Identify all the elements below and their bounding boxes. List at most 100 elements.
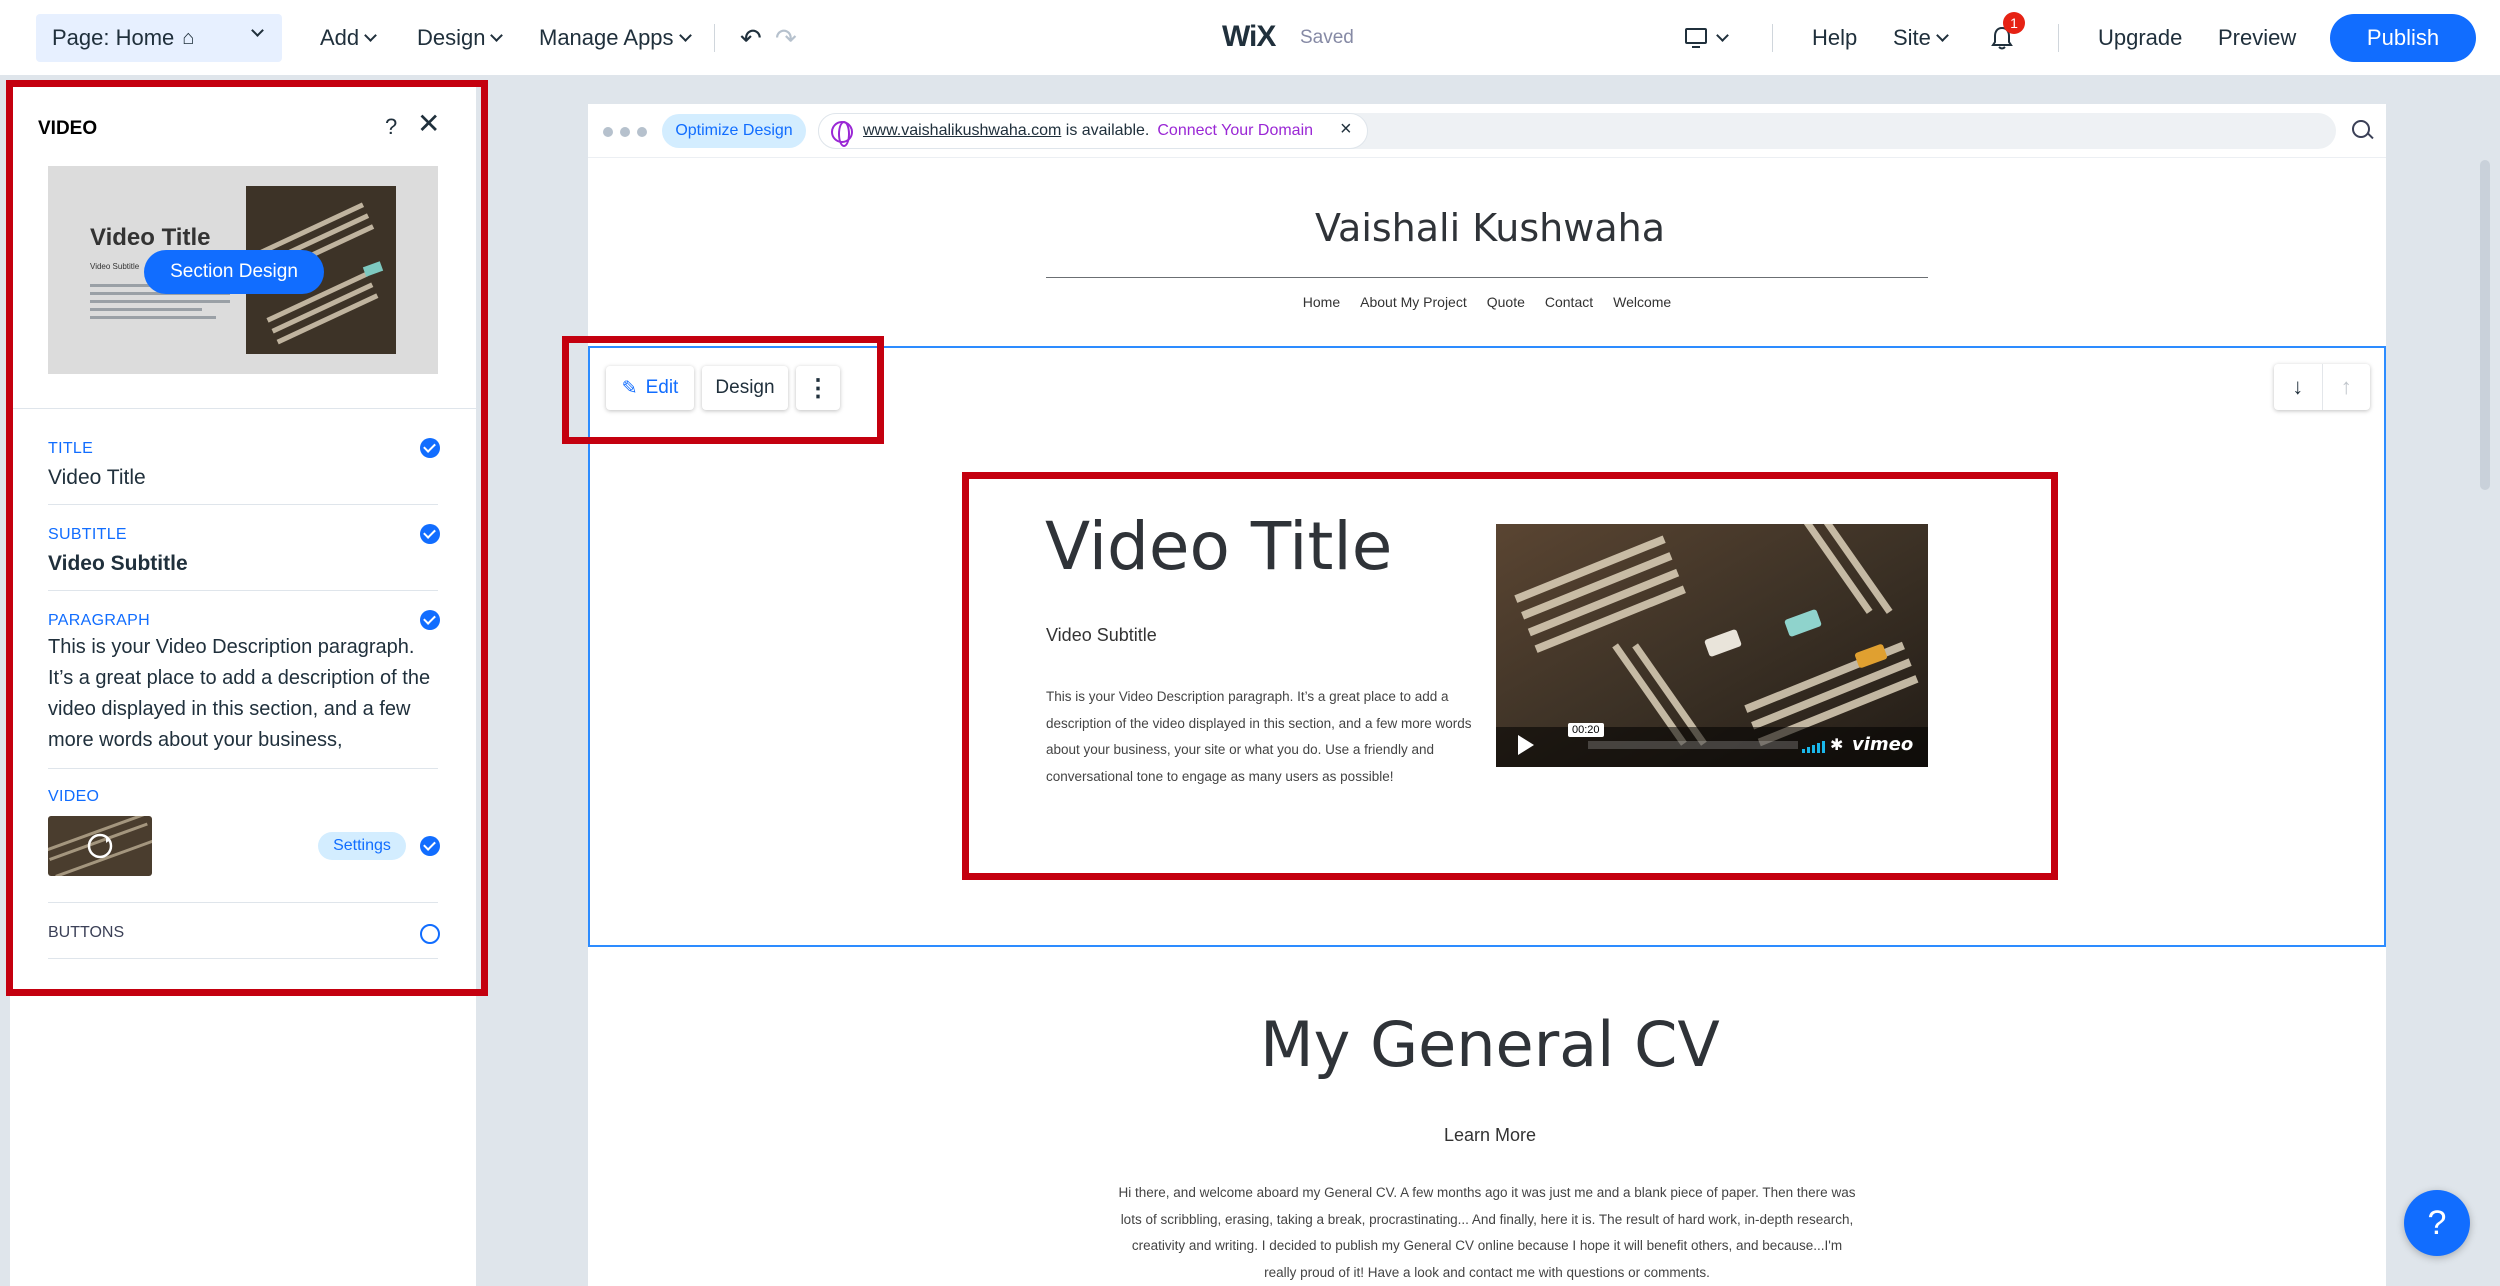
globe-icon (831, 121, 853, 147)
optimize-design-button[interactable]: Optimize Design (662, 114, 806, 148)
nav-item-about[interactable]: About My Project (1360, 294, 1467, 310)
chevron-down-icon (1716, 28, 1729, 42)
top-bar: Page: Home ⌂ Add Design Manage Apps ↶ ↷ … (0, 0, 2500, 76)
edit-button[interactable]: ✎ Edit (606, 366, 694, 410)
divider (2058, 24, 2059, 52)
title-field-value[interactable]: Video Title (48, 466, 146, 490)
panel-title: VIDEO (38, 118, 98, 139)
chevron-down-icon (678, 28, 692, 42)
video-description[interactable]: This is your Video Description paragraph… (1046, 684, 1474, 790)
add-menu-label: Add (320, 25, 360, 50)
save-status: Saved (1300, 27, 1354, 48)
move-down-icon[interactable]: ↓ (2274, 364, 2323, 410)
header-divider (1046, 277, 1928, 278)
buttons-visible-checkbox[interactable] (420, 924, 440, 944)
divider (714, 24, 715, 52)
cv-title[interactable]: My General CV (1190, 1008, 1790, 1081)
upgrade-button[interactable]: Upgrade (2098, 0, 2182, 76)
undo-icon[interactable]: ↶ (740, 0, 762, 76)
canvas-scrollbar[interactable] (2480, 160, 2490, 490)
nav-item-quote[interactable]: Quote (1487, 294, 1525, 310)
section-move-controls: ↓ ↑ (2274, 364, 2370, 410)
buttons-field-label: BUTTONS (48, 924, 125, 941)
preview-button[interactable]: Preview (2218, 0, 2296, 76)
domain-available-text: is available. (1061, 122, 1150, 139)
gear-icon[interactable]: ✱ (1830, 735, 1843, 755)
zoom-out-icon[interactable] (2352, 120, 2370, 138)
play-icon[interactable] (1518, 735, 1534, 755)
panel-divider (10, 408, 476, 409)
edit-button-label: Edit (645, 377, 679, 398)
add-menu[interactable]: Add (320, 0, 378, 76)
window-dot (637, 127, 647, 137)
help-icon[interactable]: ? (385, 114, 397, 140)
section-thumbnail[interactable]: Video Title Video Subtitle Section Desig… (48, 166, 438, 374)
close-icon[interactable]: ✕ (417, 110, 440, 138)
progress-bar[interactable] (1588, 741, 1798, 749)
subtitle-visible-checkbox[interactable] (420, 524, 440, 544)
home-icon: ⌂ (182, 26, 195, 49)
pencil-icon: ✎ (621, 377, 638, 399)
publish-button[interactable]: Publish (2330, 14, 2476, 62)
vimeo-logo[interactable]: vimeo (1852, 734, 1913, 755)
domain-banner: www.vaishalikushwaha.com is available. C… (818, 113, 1368, 149)
volume-icon[interactable] (1802, 741, 1825, 753)
subtitle-field-value[interactable]: Video Subtitle (48, 552, 188, 576)
help-bubble-icon[interactable]: ? (2404, 1190, 2470, 1256)
design-menu-label: Design (417, 25, 486, 50)
chevron-down-icon (1936, 28, 1949, 42)
site-name[interactable]: Vaishali Kushwaha (1190, 206, 1790, 250)
selected-video-section[interactable] (588, 346, 2386, 947)
field-divider (48, 590, 438, 591)
field-divider (48, 504, 438, 505)
paragraph-field-label: PARAGRAPH (48, 612, 150, 629)
page-selector-label: Page: Home (52, 25, 175, 50)
help-menu[interactable]: Help (1812, 0, 1857, 76)
video-thumbnail[interactable] (48, 816, 152, 876)
field-divider (48, 958, 438, 959)
manage-apps-menu[interactable]: Manage Apps (539, 0, 692, 76)
site-menu[interactable]: Site (1893, 0, 1949, 76)
window-dot (603, 127, 613, 137)
page-selector[interactable]: Page: Home ⌂ (36, 14, 282, 62)
move-up-icon[interactable]: ↑ (2323, 364, 2371, 410)
chevron-down-icon (251, 24, 264, 37)
manage-apps-label: Manage Apps (539, 25, 674, 50)
title-visible-checkbox[interactable] (420, 438, 440, 458)
video-subtitle[interactable]: Video Subtitle (1046, 625, 1157, 646)
connect-domain-link[interactable]: Connect Your Domain (1157, 122, 1313, 140)
divider (1772, 24, 1773, 52)
section-design-button[interactable]: Section Design (144, 250, 324, 294)
paragraph-visible-checkbox[interactable] (420, 610, 440, 630)
subtitle-field-label: SUBTITLE (48, 526, 127, 543)
video-player[interactable]: 00:20 ✱ vimeo (1496, 524, 1928, 767)
video-settings-button[interactable]: Settings (318, 832, 406, 860)
nav-item-contact[interactable]: Contact (1545, 294, 1593, 310)
video-field-label: VIDEO (48, 788, 100, 805)
paragraph-field-value[interactable]: This is your Video Description paragraph… (48, 632, 438, 758)
device-switcher[interactable] (1684, 0, 1729, 76)
title-field-label: TITLE (48, 440, 94, 457)
design-button[interactable]: Design (702, 366, 788, 410)
more-actions-button[interactable]: ⋮ (796, 366, 840, 410)
window-dot (620, 127, 630, 137)
notifications-button[interactable] (1991, 0, 2013, 76)
redo-icon[interactable]: ↷ (775, 0, 797, 76)
cv-paragraph[interactable]: Hi there, and welcome aboard my General … (1116, 1180, 1858, 1286)
close-banner-icon[interactable]: × (1340, 118, 1352, 141)
site-menu-label: Site (1893, 25, 1931, 50)
thumbnail-subtitle: Video Subtitle (90, 262, 140, 271)
nav-item-home[interactable]: Home (1303, 294, 1340, 310)
field-divider (48, 902, 438, 903)
chevron-down-icon (490, 28, 504, 42)
video-visible-checkbox[interactable] (420, 836, 440, 856)
site-navigation: Home About My Project Quote Contact Welc… (1046, 294, 1928, 310)
domain-link[interactable]: www.vaishalikushwaha.com (863, 122, 1061, 140)
design-menu[interactable]: Design (417, 0, 504, 76)
nav-item-welcome[interactable]: Welcome (1613, 294, 1671, 310)
learn-more-link[interactable]: Learn More (1390, 1125, 1590, 1146)
desktop-icon (1685, 28, 1707, 48)
video-title[interactable]: Video Title (1045, 508, 1392, 585)
time-indicator: 00:20 (1568, 723, 1604, 737)
field-divider (48, 768, 438, 769)
